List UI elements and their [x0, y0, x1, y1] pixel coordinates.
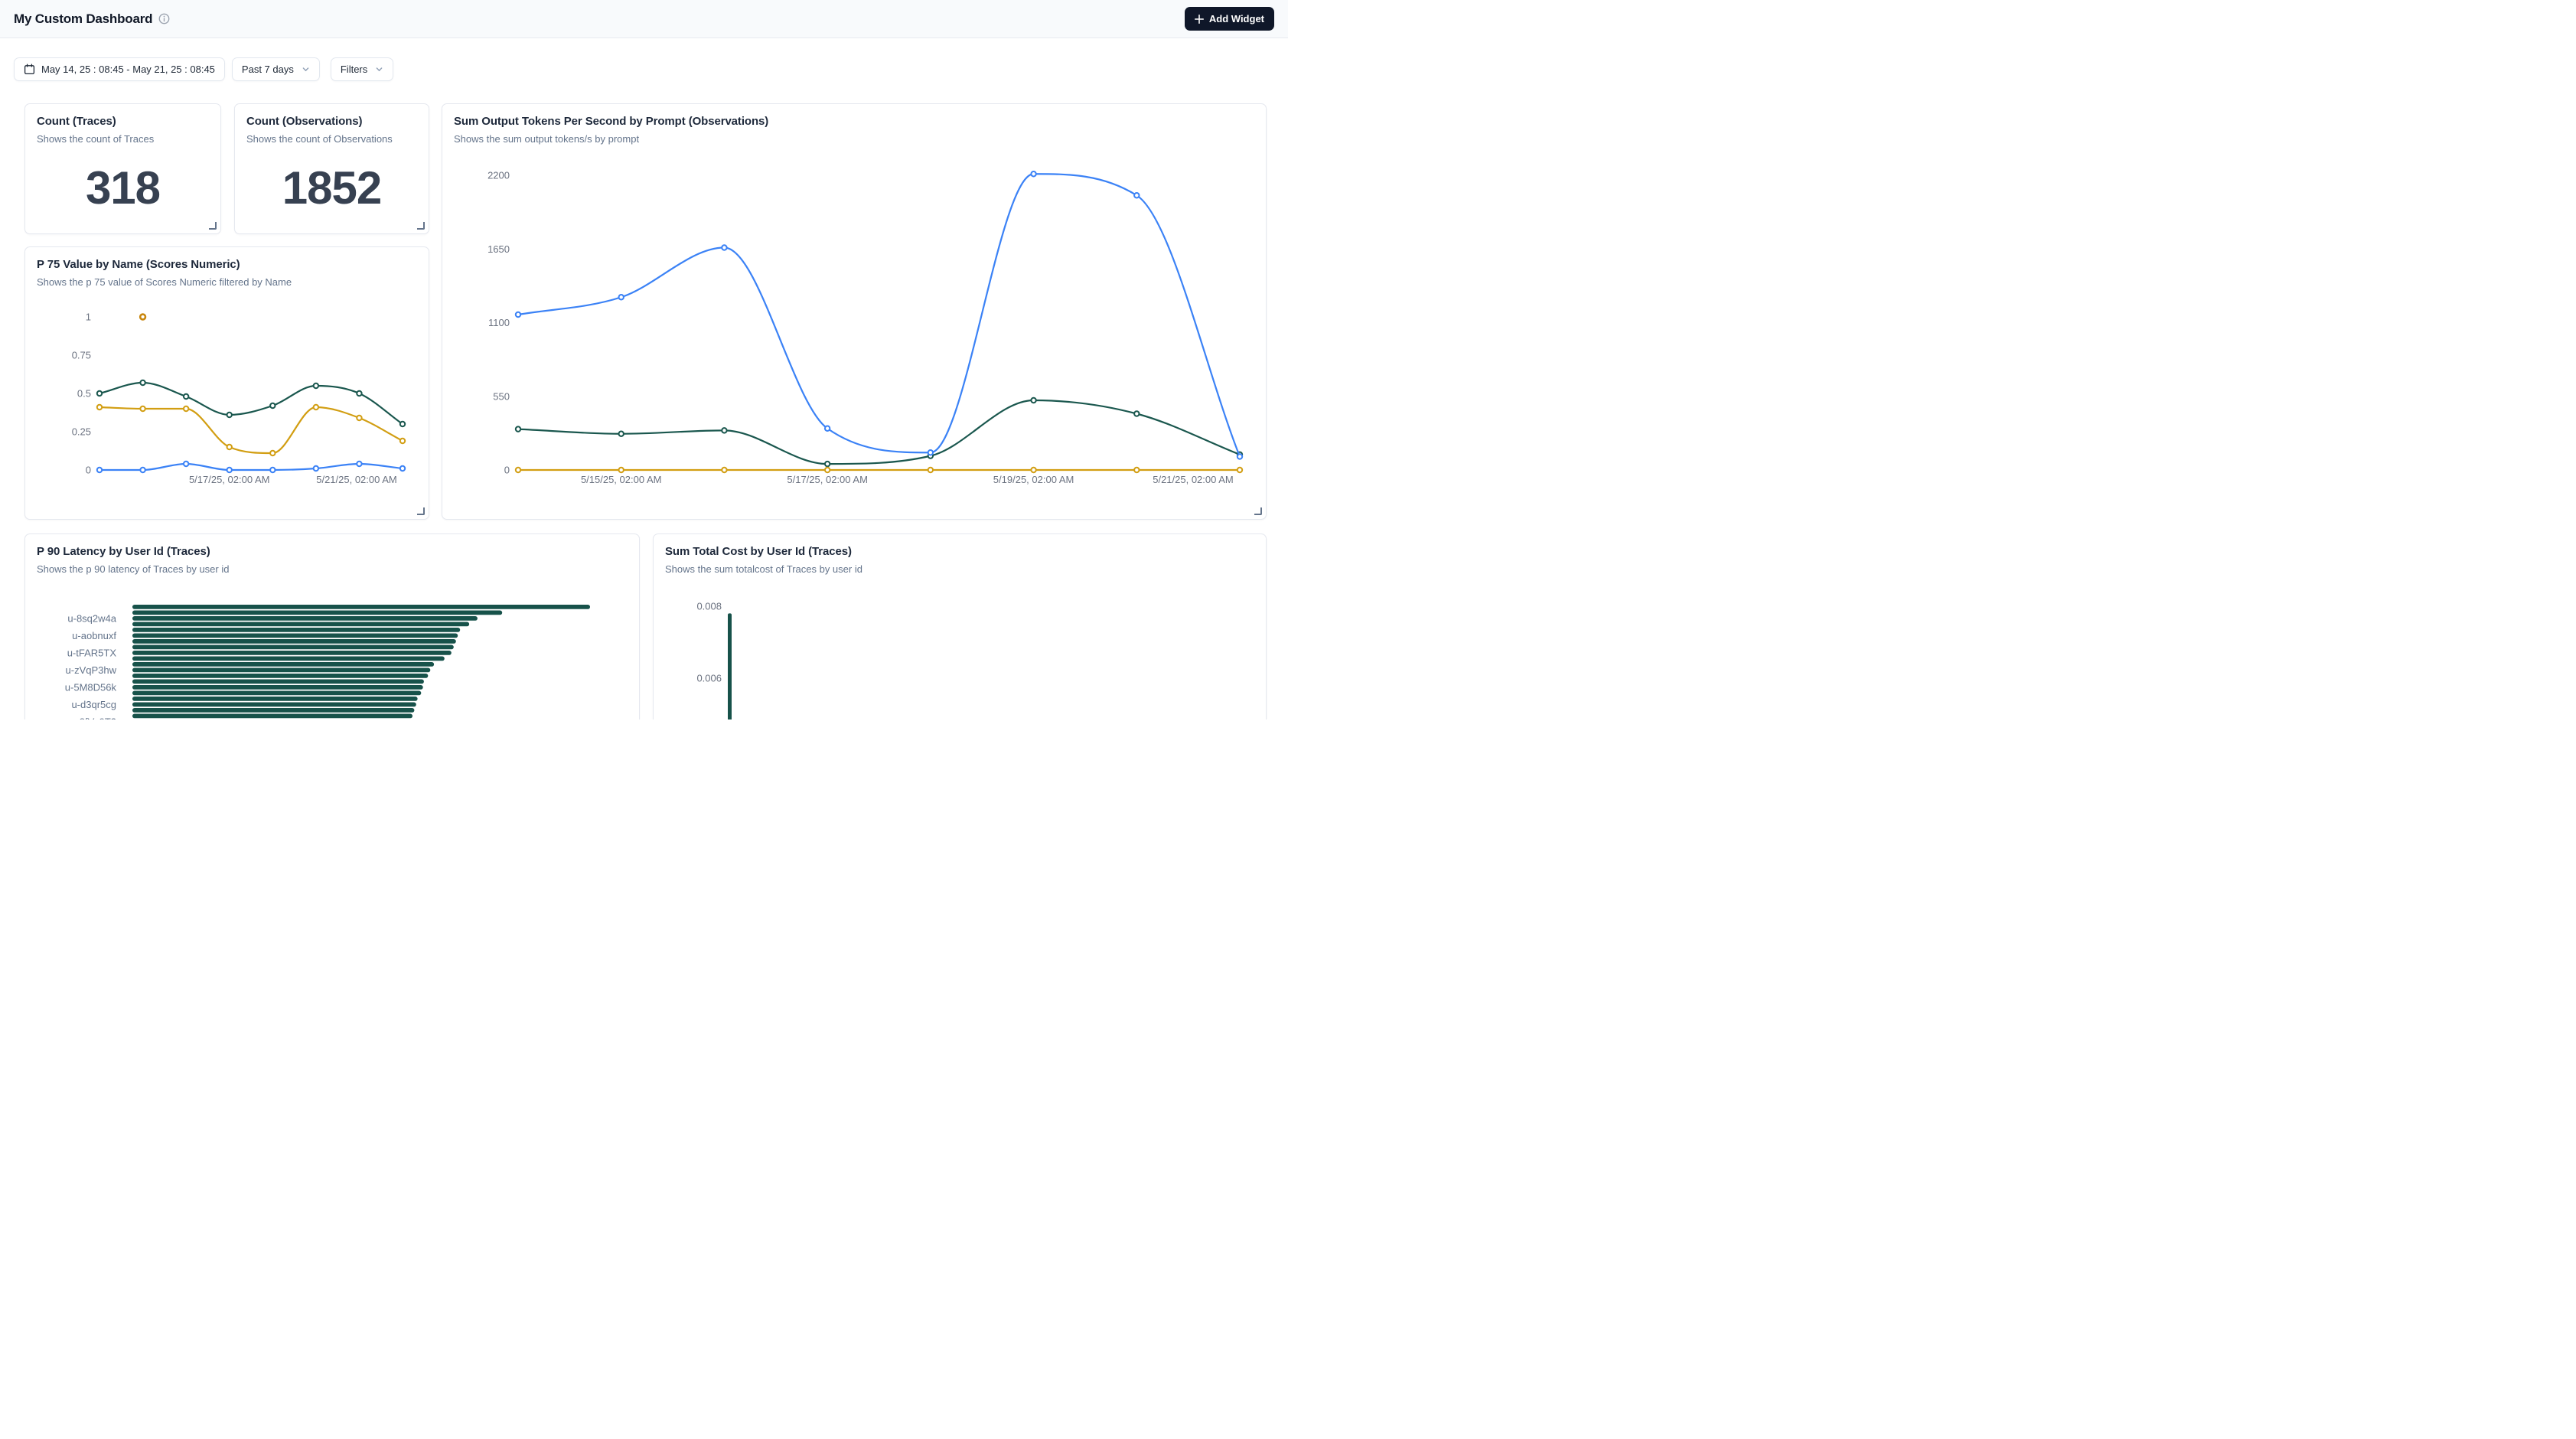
svg-text:0.5: 0.5: [77, 388, 91, 400]
card-title: P 90 Latency by User Id (Traces): [37, 545, 628, 558]
card-tokens-chart: Sum Output Tokens Per Second by Prompt (…: [442, 103, 1267, 520]
page-title: My Custom Dashboard: [14, 11, 152, 27]
svg-text:5/17/25, 02:00 AM: 5/17/25, 02:00 AM: [787, 474, 868, 485]
card-title: Count (Observations): [246, 115, 417, 128]
card-p75-chart: P 75 Value by Name (Scores Numeric) Show…: [24, 246, 429, 520]
toolbar: May 14, 25 : 08:45 - May 21, 25 : 08:45 …: [14, 57, 393, 81]
svg-text:0.006: 0.006: [696, 673, 722, 684]
card-count-observations: Count (Observations) Shows the count of …: [234, 103, 429, 234]
calendar-icon: [24, 64, 35, 75]
svg-text:u-8fVa9T3: u-8fVa9T3: [70, 716, 116, 720]
date-range-button[interactable]: May 14, 25 : 08:45 - May 21, 25 : 08:45: [14, 57, 225, 81]
add-widget-label: Add Widget: [1209, 13, 1264, 24]
line-series-blue: [516, 171, 1242, 459]
card-p90-chart: P 90 Latency by User Id (Traces) Shows t…: [24, 534, 640, 720]
card-subtitle: Shows the p 90 latency of Traces by user…: [37, 563, 628, 575]
line-series-amber: [516, 468, 1242, 472]
tokens-line-chart: 0 550 1100 1650 2200 5/15/25, 02:00 AM 5/17/25…: [442, 104, 1267, 520]
line-series-teal: [516, 398, 1242, 467]
svg-text:5/21/25, 02:00 AM: 5/21/25, 02:00 AM: [316, 474, 397, 485]
card-title: P 75 Value by Name (Scores Numeric): [37, 258, 417, 271]
resize-handle-icon[interactable]: [209, 222, 217, 230]
chevron-down-icon: [375, 65, 383, 73]
card-subtitle: Shows the sum output tokens/s by prompt: [454, 133, 1254, 145]
kpi-value-traces: 318: [25, 145, 220, 233]
line-series-teal: [97, 380, 405, 426]
card-subtitle: Shows the p 75 value of Scores Numeric f…: [37, 276, 417, 288]
svg-text:0: 0: [504, 465, 510, 476]
plus-icon: [1195, 15, 1204, 24]
svg-text:1650: 1650: [487, 243, 510, 255]
card-title: Count (Traces): [37, 115, 209, 128]
svg-text:5/21/25, 02:00 AM: 5/21/25, 02:00 AM: [1153, 474, 1234, 485]
resize-handle-icon[interactable]: [417, 507, 425, 515]
svg-text:1100: 1100: [488, 317, 510, 328]
svg-text:u-5M8D56k: u-5M8D56k: [65, 681, 117, 693]
svg-text:0.008: 0.008: [696, 601, 722, 612]
svg-text:1: 1: [86, 312, 91, 323]
svg-text:0.25: 0.25: [72, 426, 91, 438]
filters-button[interactable]: Filters: [331, 57, 393, 81]
svg-text:u-aobnuxf: u-aobnuxf: [72, 630, 116, 641]
svg-text:u-8sq2w4a: u-8sq2w4a: [67, 612, 116, 624]
svg-text:5/19/25, 02:00 AM: 5/19/25, 02:00 AM: [993, 474, 1074, 485]
svg-text:5/15/25, 02:00 AM: 5/15/25, 02:00 AM: [581, 474, 662, 485]
info-icon[interactable]: [158, 13, 170, 24]
range-preset-button[interactable]: Past 7 days: [232, 57, 320, 81]
svg-text:u-tFAR5TX: u-tFAR5TX: [67, 647, 117, 658]
card-title: Sum Output Tokens Per Second by Prompt (…: [454, 115, 1254, 128]
svg-text:2200: 2200: [487, 170, 510, 181]
svg-text:u-d3qr5cg: u-d3qr5cg: [71, 699, 116, 710]
header: My Custom Dashboard Add Widget: [0, 0, 1288, 38]
svg-text:u-zVqP3hw: u-zVqP3hw: [66, 664, 117, 676]
add-widget-button[interactable]: Add Widget: [1185, 7, 1274, 31]
card-count-traces: Count (Traces) Shows the count of Traces…: [24, 103, 221, 234]
line-series-blue: [97, 462, 405, 472]
dashboard-page: My Custom Dashboard Add Widget: [0, 0, 1288, 720]
card-cost-chart: Sum Total Cost by User Id (Traces) Shows…: [653, 534, 1267, 720]
date-range-label: May 14, 25 : 08:45 - May 21, 25 : 08:45: [41, 64, 215, 75]
svg-text:5/17/25, 02:00 AM: 5/17/25, 02:00 AM: [189, 474, 270, 485]
range-preset-label: Past 7 days: [242, 64, 294, 75]
single-data-point: [140, 315, 145, 320]
line-series-amber: [97, 405, 405, 455]
card-title: Sum Total Cost by User Id (Traces): [665, 545, 1254, 558]
card-subtitle: Shows the sum totalcost of Traces by use…: [665, 563, 1254, 575]
svg-text:550: 550: [493, 390, 510, 402]
filters-label: Filters: [341, 64, 367, 75]
p75-line-chart: 0 0.25 0.5 0.75 1 5/17/25, 02:00 AM 5/21/25, 0…: [25, 247, 430, 520]
resize-handle-icon[interactable]: [417, 222, 425, 230]
resize-handle-icon[interactable]: [1254, 507, 1262, 515]
svg-text:0.75: 0.75: [72, 350, 91, 361]
kpi-value-observations: 1852: [235, 145, 429, 233]
chevron-down-icon: [302, 65, 310, 73]
svg-text:0: 0: [86, 465, 91, 476]
card-subtitle: Shows the count of Traces: [37, 133, 209, 145]
card-subtitle: Shows the count of Observations: [246, 133, 417, 145]
